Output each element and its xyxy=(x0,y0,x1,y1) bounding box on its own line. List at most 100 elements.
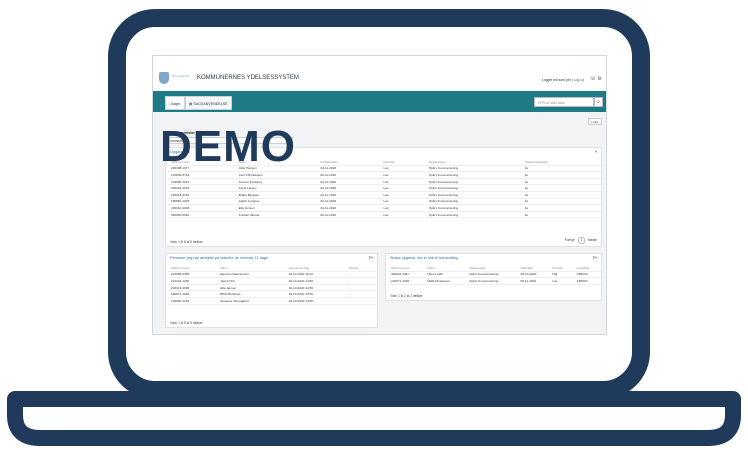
municipality-logo-icon xyxy=(159,72,169,84)
app-title: KOMMUNERNES YDELSESSYSTEM xyxy=(197,75,299,81)
app-header: BALLERUP KOMMUNERNES YDELSESSYSTEM Logge… xyxy=(153,56,606,92)
settings-icon[interactable]: ⚙ xyxy=(598,76,602,82)
table-cell: 02-11-2020 xyxy=(317,191,381,199)
table-cell: 160872-1026 xyxy=(168,290,218,298)
table-cell: Opkrv Kommentering xyxy=(425,198,522,206)
table-cell: Lav xyxy=(380,204,426,212)
table-row[interactable]: 200310-4006 Ella Jensen 10-10-2020 14:56- xyxy=(168,284,377,292)
cases-panel: Sidste opgaver, der er klar til behandli… xyxy=(385,253,602,301)
user-text: Logget ind som pbr | xyxy=(541,78,573,82)
table-cell: Ella Jensen xyxy=(217,284,286,292)
links-button[interactable]: Links xyxy=(588,118,602,125)
table-row[interactable]: 150860-1023 Jakob Lyngsoe 02-11-2020 Lav Opk… xyxy=(168,198,601,206)
table-cell: 02-11-2020 xyxy=(317,184,381,192)
table-cell: 10-10-2020 14:56 xyxy=(285,284,346,292)
table-cell: Opkrv Kommentering xyxy=(425,184,522,192)
tab-label: SAGSANVENDELSE xyxy=(193,102,228,106)
table-cell: Lav xyxy=(380,178,426,186)
table-cell: 300118-4067 xyxy=(388,271,425,279)
table-cell: 10-10-2020 14:56 xyxy=(285,297,346,305)
collapse-icon[interactable]: ⇱ xyxy=(595,150,598,154)
table-cell: 120990-1234 xyxy=(168,297,218,305)
table-cell: 10-10-2020 15:12 xyxy=(285,271,346,279)
table-cell: Axel Christiansen xyxy=(235,171,318,179)
pagination: Forrige 1 Næste xyxy=(565,237,597,244)
phone-icon[interactable]: ☏ xyxy=(590,76,596,82)
prev-page-button[interactable]: Forrige xyxy=(565,238,575,242)
search-button[interactable]: ⌕ xyxy=(594,97,603,107)
table-cell: Ja xyxy=(521,191,601,199)
filter-icon[interactable]: ⊽⇱ xyxy=(592,256,598,260)
table-cell: Hans Lindh xyxy=(424,271,467,279)
table-cell: 10-10-2020 14:56 xyxy=(285,277,346,285)
table-cell: Ja xyxy=(521,211,601,219)
table-row[interactable]: 160872-1026 Bifrid Bucktrup 10-10-2020 14:… xyxy=(168,290,377,298)
table-cell: Ja xyxy=(521,171,601,179)
table-cell: 270890-3761 xyxy=(168,171,236,179)
table-cell: 02-11-2020 xyxy=(317,198,381,206)
table-cell: Lav xyxy=(380,184,426,192)
table-cell: Bifrid Bucktrup xyxy=(217,290,286,298)
cases-table-footer: Viser 1 til 2 af 2 rækker xyxy=(390,294,423,298)
table-row[interactable]: 120990-1234 Susanne Strengaard 10-10-2020 … xyxy=(168,297,377,305)
task-table-footer: Viser 1 til 8 af 8 rækker xyxy=(170,240,203,244)
laptop-trackpad-notch xyxy=(342,385,406,402)
table-cell: Opkrv Kommentering xyxy=(466,277,518,285)
table-cell: Opkrv Kommentering xyxy=(425,191,522,199)
table-cell: Lav xyxy=(380,191,426,199)
table-row[interactable]: 230218-4162 Brahe Bergsen 02-11-2020 Lav Opk… xyxy=(168,191,601,199)
table-cell: Ja xyxy=(521,198,601,206)
table-cell: Rasmus Rasmussen xyxy=(217,271,286,279)
table-cell: Lav xyxy=(380,198,426,206)
page-number-button[interactable]: 1 xyxy=(577,237,585,244)
table-row[interactable]: 221089-4306 Rasmus Rasmussen 10-10-2020 15… xyxy=(168,271,377,279)
filter-icon[interactable]: ⊽⇱ xyxy=(368,256,374,260)
table-row[interactable]: 221234-1230 Jasmi Holt 10-10-2020 14:56- xyxy=(168,277,377,285)
table-cell: - xyxy=(345,271,377,279)
laptop-base xyxy=(7,391,741,446)
persons-table-footer: Viser 1 til 5 af 5 rækker xyxy=(170,321,203,325)
table-cell: AMKKD xyxy=(573,271,601,279)
table-row[interactable]: 300494-4032 Lucia Larsen 02-11-2020 Lav Opkr… xyxy=(168,184,601,192)
persons-table: CPR-nummer Navn Senest set sag Opslag 22108… xyxy=(168,265,377,305)
demo-watermark: DEMO xyxy=(160,122,296,171)
table-cell: Ella Jensen xyxy=(235,204,318,212)
table-cell: - xyxy=(345,290,377,298)
table-cell: Opkrv Kommentering xyxy=(425,165,522,173)
table-cell: Brahe Bergsen xyxy=(235,191,318,199)
table-cell: 02-11-2020 xyxy=(317,204,381,212)
cases-table: CPR-nummer Navn Opgavetype Startdato Priorit… xyxy=(388,265,601,285)
tab-sagsanvendelse[interactable]: ▤ SAGSANVENDELSE xyxy=(185,96,232,110)
table-cell: 221234-1230 xyxy=(168,277,218,285)
table-row[interactable]: 101080-1027 Torsten Fonbjerg 02-11-2020 Lav… xyxy=(168,178,601,186)
table-cell: 02-11-2020 xyxy=(317,165,381,173)
table-cell: Lucia Larsen xyxy=(235,184,318,192)
tab-sager[interactable]: ⌕Sager xyxy=(165,96,185,110)
table-row[interactable]: 200310-4006 Ella Jensen 02-11-2020 Lav Opkrv… xyxy=(168,204,601,212)
table-row[interactable]: 300118-4067 Hans Lindh Opkrv Kommentering 0… xyxy=(388,271,601,279)
table-cell: Opkrv Kommentering xyxy=(425,211,522,219)
table-row[interactable]: 220971-2030 Malik Mortensen Opkrv Kommente… xyxy=(388,277,601,285)
table-cell: - xyxy=(345,284,377,292)
table-cell: Ja xyxy=(521,204,601,212)
table-cell: 060890-3062 xyxy=(168,211,236,219)
cases-panel-title: Sidste opgaver, der er klar til behandli… xyxy=(390,256,458,260)
table-cell: Opkrv Kommentering xyxy=(425,204,522,212)
table-cell: Malik Mortensen xyxy=(424,277,467,285)
table-cell: 220971-2030 xyxy=(388,277,425,285)
table-cell: 150860-1023 xyxy=(168,198,236,206)
table-row[interactable]: 060890-3062 Kristian Albrekt 02-11-2020 Lav… xyxy=(168,211,601,219)
app-screen: BALLERUP KOMMUNERNES YDELSESSYSTEM Logge… xyxy=(152,55,607,335)
table-cell: 10-10-2020 14:56 xyxy=(285,290,346,298)
search-input[interactable]: CPR-nr. eller navn xyxy=(534,97,594,107)
table-cell: Opkrv Kommentering xyxy=(466,271,518,279)
table-cell: Susanne Strengaard xyxy=(217,297,286,305)
table-cell: 221089-4306 xyxy=(168,271,218,279)
table-cell: 02-11-2020 xyxy=(317,178,381,186)
table-cell: Lav xyxy=(380,211,426,219)
table-cell: Lav xyxy=(380,171,426,179)
table-row[interactable]: 270890-3761 Axel Christiansen 02-11-2020 La… xyxy=(168,171,601,179)
next-page-button[interactable]: Næste xyxy=(588,238,597,242)
logout-link[interactable]: Log ud xyxy=(574,78,584,82)
user-info: Logget ind som pbr | Log ud xyxy=(542,78,584,82)
